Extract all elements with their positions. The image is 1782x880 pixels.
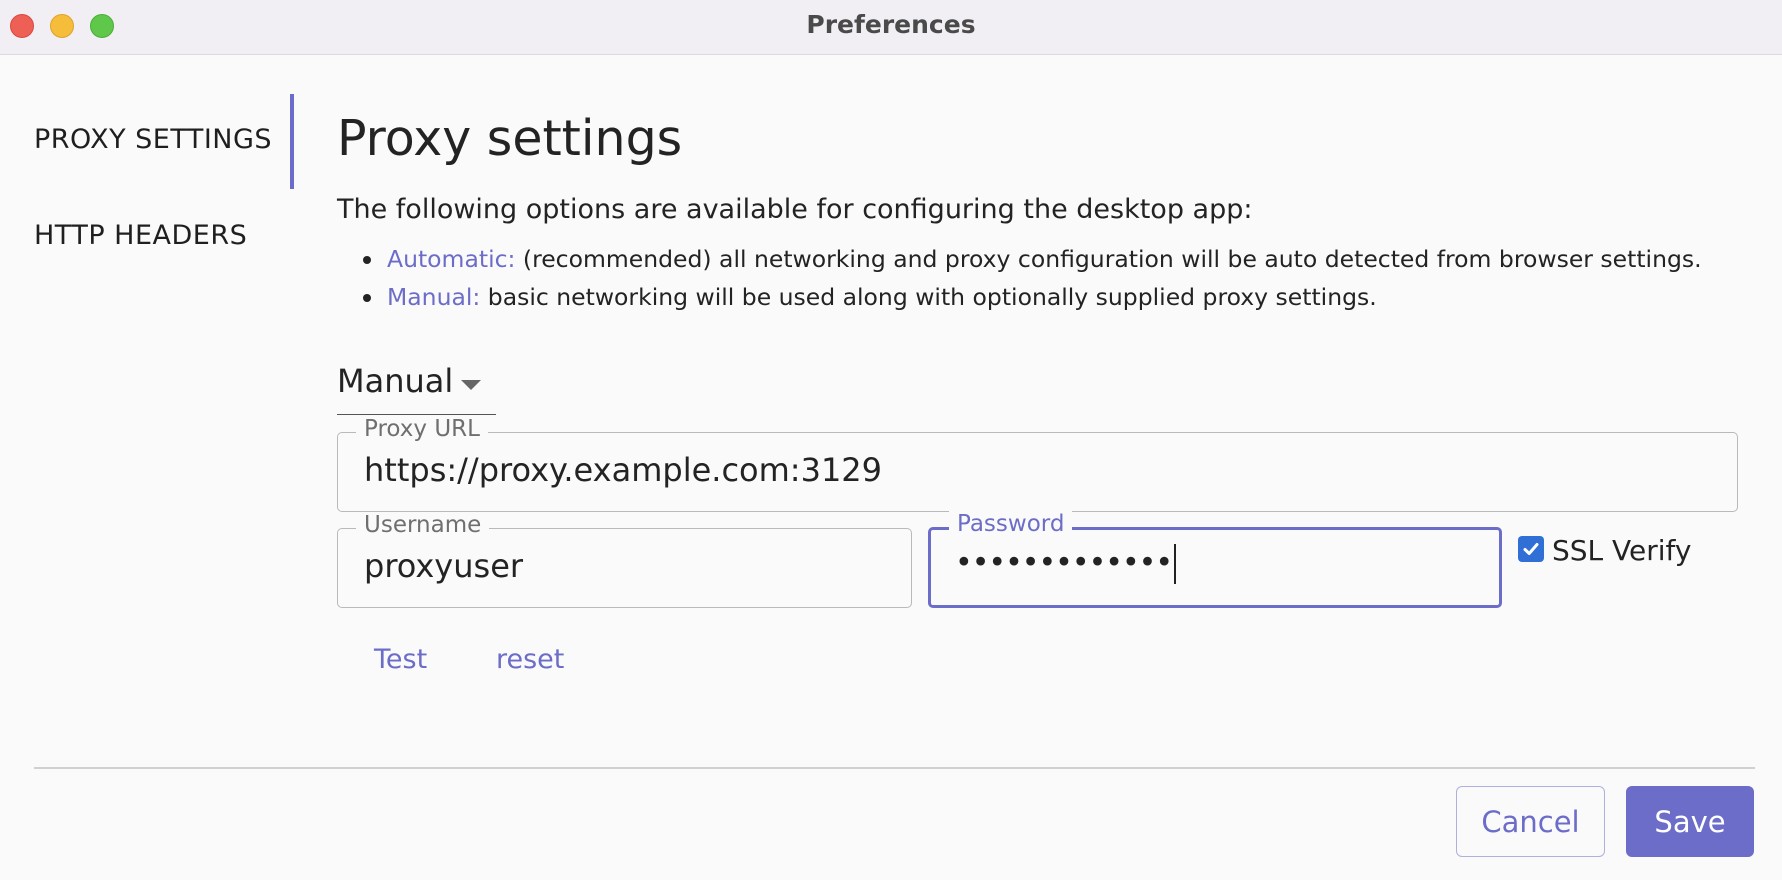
sidebar-active-indicator: [290, 94, 294, 189]
proxy-mode-value: Manual: [337, 362, 454, 400]
option-name-manual: Manual:: [387, 283, 481, 311]
reset-button[interactable]: reset: [496, 644, 564, 675]
proxy-url-field[interactable]: Proxy URL https://proxy.example.com:3129: [337, 416, 1738, 512]
page-title: Proxy settings: [337, 110, 683, 167]
username-value: proxyuser: [364, 547, 524, 585]
option-description-manual: basic networking will be used along with…: [480, 283, 1377, 311]
ssl-verify-label: SSL Verify: [1552, 534, 1692, 567]
caret-down-icon: [461, 380, 481, 390]
password-value-wrap: •••••••••••••: [955, 544, 1177, 584]
option-description-automatic: (recommended) all networking and proxy c…: [515, 245, 1702, 273]
proxy-url-value: https://proxy.example.com:3129: [364, 451, 883, 489]
preferences-window: Preferences PROXY SETTINGS HTTP HEADERS …: [0, 0, 1782, 880]
text-caret: [1174, 544, 1177, 584]
sidebar-item-proxy-settings[interactable]: PROXY SETTINGS: [34, 124, 272, 155]
sidebar-item-http-headers[interactable]: HTTP HEADERS: [34, 220, 247, 251]
window-title: Preferences: [806, 10, 976, 39]
footer-divider: [34, 767, 1755, 769]
password-label: Password: [949, 511, 1073, 537]
options-list: Automatic: (recommended) all networking …: [363, 244, 1702, 320]
username-label: Username: [356, 512, 490, 538]
list-item: Automatic: (recommended) all networking …: [363, 244, 1702, 282]
password-value: •••••••••••••: [955, 545, 1173, 581]
list-item: Manual: basic networking will be used al…: [363, 282, 1702, 320]
proxy-mode-select[interactable]: Manual: [337, 362, 496, 415]
checkmark-icon: [1523, 543, 1539, 555]
intro-text: The following options are available for …: [337, 194, 1253, 225]
test-button[interactable]: Test: [374, 644, 427, 675]
proxy-url-label: Proxy URL: [356, 416, 488, 442]
cancel-button[interactable]: Cancel: [1456, 786, 1605, 857]
save-button[interactable]: Save: [1626, 786, 1754, 857]
ssl-verify-checkbox[interactable]: [1518, 536, 1544, 562]
password-field[interactable]: Password •••••••••••••: [928, 511, 1502, 608]
username-field[interactable]: Username proxyuser: [337, 512, 912, 608]
title-bar: Preferences: [0, 0, 1782, 55]
option-name-automatic: Automatic:: [387, 245, 516, 273]
